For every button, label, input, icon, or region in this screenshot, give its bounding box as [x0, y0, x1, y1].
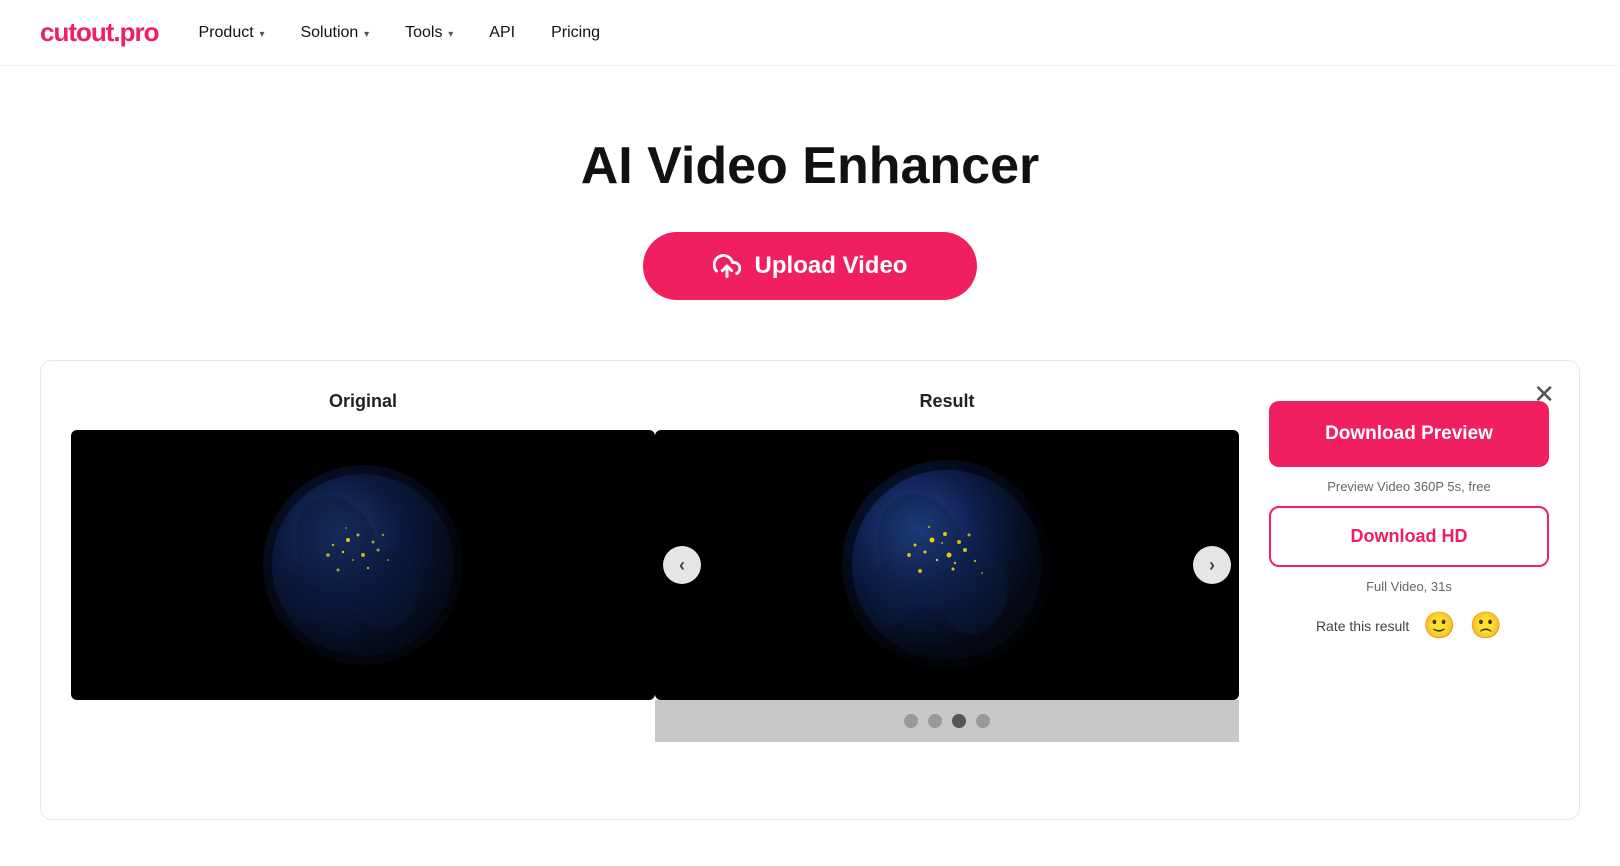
- original-video-box: [71, 430, 655, 700]
- full-video-note: Full Video, 31s: [1366, 579, 1452, 594]
- nav-item-api[interactable]: API: [489, 24, 515, 42]
- rate-negative-button[interactable]: 🙁: [1470, 610, 1502, 641]
- dot-2[interactable]: [928, 714, 942, 728]
- dot-3[interactable]: [952, 714, 966, 728]
- upload-icon: [713, 252, 741, 280]
- dot-1[interactable]: [904, 714, 918, 728]
- preview-note: Preview Video 360P 5s, free: [1327, 479, 1491, 494]
- nav-item-product[interactable]: Product ▾: [199, 24, 265, 42]
- original-label: Original: [71, 391, 655, 412]
- chevron-down-icon: ▾: [257, 29, 265, 40]
- result-video-box: ‹: [655, 430, 1239, 700]
- site-logo[interactable]: cutout.pro: [40, 17, 159, 48]
- rate-section: Rate this result 🙂 🙁: [1316, 610, 1502, 641]
- original-section: Original: [71, 391, 655, 700]
- sidebar-actions: Download Preview Preview Video 360P 5s, …: [1239, 391, 1549, 641]
- rate-positive-button[interactable]: 🙂: [1423, 610, 1455, 641]
- comparison-section: ✕ Original: [40, 360, 1580, 820]
- result-earth: [837, 455, 1057, 675]
- close-button[interactable]: ✕: [1533, 381, 1555, 407]
- prev-button[interactable]: ‹: [663, 546, 701, 584]
- page-title: AI Video Enhancer: [20, 136, 1600, 196]
- next-button[interactable]: ›: [1193, 546, 1231, 584]
- rate-label: Rate this result: [1316, 618, 1409, 634]
- nav-item-solution[interactable]: Solution ▾: [300, 24, 369, 42]
- logo-text: cutout.pro: [40, 17, 159, 47]
- result-label: Result: [655, 391, 1239, 412]
- upload-video-button[interactable]: Upload Video: [643, 232, 978, 300]
- comparison-columns: Original: [71, 391, 1549, 742]
- dots-indicator: [655, 700, 1239, 742]
- nav-item-tools[interactable]: Tools ▾: [405, 24, 453, 42]
- download-hd-button[interactable]: Download HD: [1269, 506, 1549, 567]
- chevron-down-icon: ▾: [361, 29, 369, 40]
- hero-section: AI Video Enhancer Upload Video: [0, 66, 1620, 350]
- chevron-down-icon: ▾: [445, 29, 453, 40]
- nav-menu: Product ▾ Solution ▾ Tools ▾ API Pricing: [199, 24, 600, 42]
- original-earth: [258, 460, 468, 670]
- download-preview-button[interactable]: Download Preview: [1269, 401, 1549, 467]
- dot-4[interactable]: [976, 714, 990, 728]
- nav-item-pricing[interactable]: Pricing: [551, 24, 600, 42]
- result-section: Result ‹: [655, 391, 1239, 742]
